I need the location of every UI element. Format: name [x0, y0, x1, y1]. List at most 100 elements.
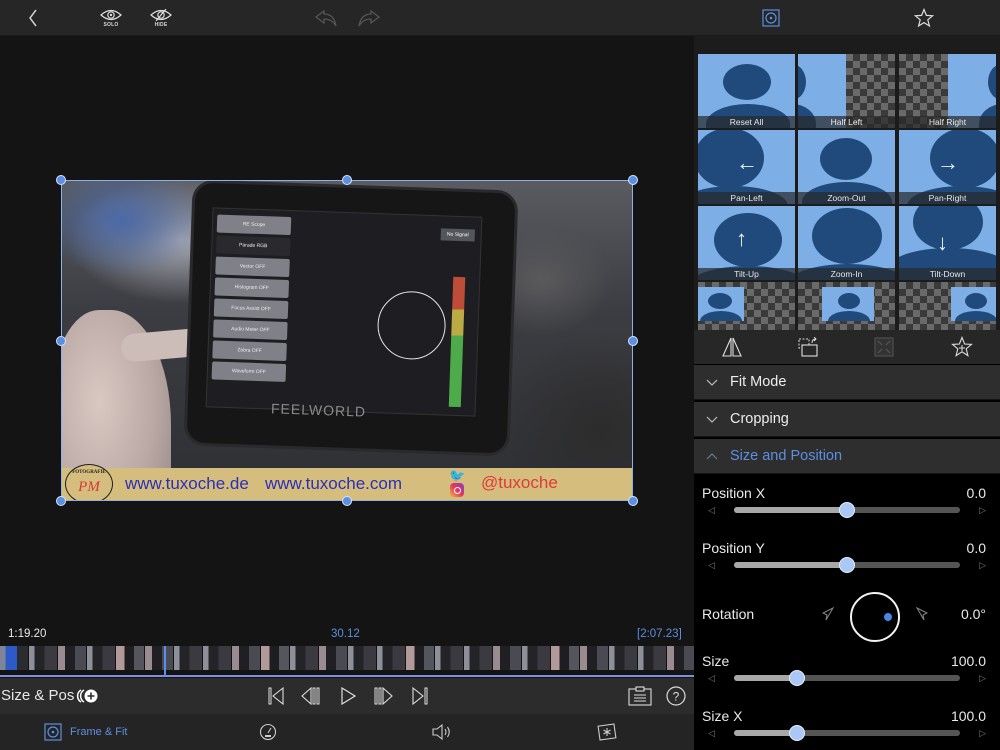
timeline-thumbnail [464, 646, 493, 670]
photographer-logo: FOTOGRAFIE PM [65, 464, 113, 501]
preset-tilt-up[interactable]: ↑ Tilt-Up [698, 206, 795, 280]
increment-icon[interactable]: ▷ [979, 728, 986, 739]
preset-quarter-left[interactable] [698, 282, 795, 330]
monitor-menu-item: Focus Assist OFF [213, 298, 289, 320]
preset-reset-all[interactable]: Reset All [698, 54, 795, 128]
play-icon [341, 687, 356, 705]
frame-fit-icon [44, 723, 62, 741]
help-button[interactable]: ? [664, 678, 688, 714]
clipboard-button[interactable] [627, 678, 653, 714]
slider-knob[interactable] [789, 725, 806, 741]
monitor-menu: RE Scope Parade RGB Vector OFF Histogram… [211, 214, 292, 403]
preset-tilt-down[interactable]: ↓ Tilt-Down [899, 206, 996, 280]
slider-knob[interactable] [839, 502, 855, 518]
position-y-slider[interactable] [734, 557, 960, 573]
resize-handle-top-right[interactable] [628, 175, 638, 185]
rotation-dial-indicator[interactable] [884, 613, 892, 621]
timeline-thumbnail [551, 646, 580, 670]
resize-handle-left[interactable] [56, 336, 66, 346]
no-signal-badge: No Signal [440, 228, 475, 242]
rotation-dial[interactable] [850, 592, 900, 642]
section-size-and-position[interactable]: Size and Position [694, 439, 1000, 474]
preset-zoom-in[interactable]: Zoom-In [798, 206, 895, 280]
preset-label: Tilt-Down [899, 268, 996, 280]
section-cropping[interactable]: Cropping [694, 402, 1000, 437]
preset-half-left[interactable]: Half Left [798, 54, 895, 128]
tab-audio[interactable] [431, 714, 453, 750]
preset-label: Half Left [798, 116, 895, 128]
chevron-down-icon [694, 416, 730, 423]
position-x-slider[interactable] [734, 502, 960, 518]
play-button[interactable] [336, 678, 360, 714]
decrement-icon[interactable]: ◁ [708, 728, 715, 739]
undo-button[interactable] [312, 0, 340, 36]
step-forward-icon [374, 687, 393, 705]
decrement-icon[interactable]: ◁ [708, 673, 715, 684]
back-button[interactable] [22, 0, 44, 36]
slider-knob[interactable] [789, 670, 806, 686]
prop-value: 0.0 [966, 485, 986, 501]
redo-button[interactable] [355, 0, 383, 36]
figure-body [828, 311, 870, 321]
playhead[interactable] [164, 646, 166, 676]
favorites-button[interactable] [912, 0, 936, 36]
step-back-button[interactable] [298, 678, 322, 714]
timeline-thumbnail [290, 646, 319, 670]
top-toolbar: SOLO HIDE [0, 0, 1000, 36]
step-forward-button[interactable] [372, 678, 396, 714]
skip-to-start-button[interactable] [264, 678, 288, 714]
increment-icon[interactable]: ▷ [979, 505, 986, 516]
increment-icon[interactable]: ▷ [979, 673, 986, 684]
timeline-thumbnail [638, 646, 667, 670]
instagram-icon [450, 483, 464, 497]
figure-head [965, 293, 987, 309]
add-keyframe-button[interactable] [76, 678, 100, 714]
size-slider[interactable] [734, 670, 960, 686]
add-favorite-button[interactable] [942, 330, 982, 364]
preset-quarter-right[interactable] [899, 282, 996, 330]
url-de: www.tuxoche.de [125, 474, 249, 493]
timeline-thumbnail [348, 646, 377, 670]
prop-size-x: Size X 100.0 ◁ ▷ [694, 708, 1000, 748]
solo-button[interactable]: SOLO [98, 0, 124, 36]
video-frame[interactable]: RE Scope Parade RGB Vector OFF Histogram… [61, 180, 633, 501]
hide-button[interactable]: HIDE [148, 0, 174, 36]
preset-toolbar [694, 330, 1000, 364]
timeline-thumbnail [377, 646, 406, 670]
frame-fit-toolbar-button[interactable] [760, 0, 782, 36]
section-fit-mode[interactable]: Fit Mode [694, 365, 1000, 400]
size-x-slider[interactable] [734, 725, 960, 741]
increment-icon[interactable]: ▷ [979, 560, 986, 571]
tab-speed[interactable] [259, 714, 277, 750]
rotate-left-icon [821, 606, 835, 621]
rotate-left-button[interactable] [821, 606, 835, 626]
resize-handle-bottom-right[interactable] [628, 496, 638, 506]
resize-handle-bottom[interactable] [342, 496, 352, 506]
add-favorite-icon [951, 336, 973, 357]
effects-icon [597, 723, 617, 741]
flip-button[interactable] [712, 330, 752, 364]
clip-duration: 30.12 [331, 628, 360, 640]
skip-to-end-button[interactable] [408, 678, 432, 714]
rotate-right-button[interactable] [915, 606, 929, 626]
preset-pan-left[interactable]: ← Pan-Left [698, 130, 795, 204]
rotate-frame-button[interactable] [789, 330, 829, 364]
resize-handle-bottom-left[interactable] [56, 496, 66, 506]
timeline-filmstrip[interactable] [0, 646, 694, 670]
preset-quarter-center[interactable] [798, 282, 895, 330]
resize-handle-right[interactable] [628, 336, 638, 346]
section-label: Fit Mode [730, 374, 787, 390]
decrement-icon[interactable]: ◁ [708, 505, 715, 516]
preset-zoom-out[interactable]: Zoom-Out [798, 130, 895, 204]
tab-frame-fit[interactable]: Frame & Fit [44, 714, 127, 750]
fit-button[interactable] [864, 330, 904, 364]
preset-half-right[interactable]: Half Right [899, 54, 996, 128]
monitor-menu-item: RE Scope [216, 214, 292, 236]
resize-handle-top-left[interactable] [56, 175, 66, 185]
tab-effects[interactable] [596, 714, 618, 750]
timeline-thumbnail [580, 646, 609, 670]
slider-knob[interactable] [839, 557, 855, 573]
decrement-icon[interactable]: ◁ [708, 560, 715, 571]
resize-handle-top[interactable] [342, 175, 352, 185]
preset-pan-right[interactable]: → Pan-Right [899, 130, 996, 204]
